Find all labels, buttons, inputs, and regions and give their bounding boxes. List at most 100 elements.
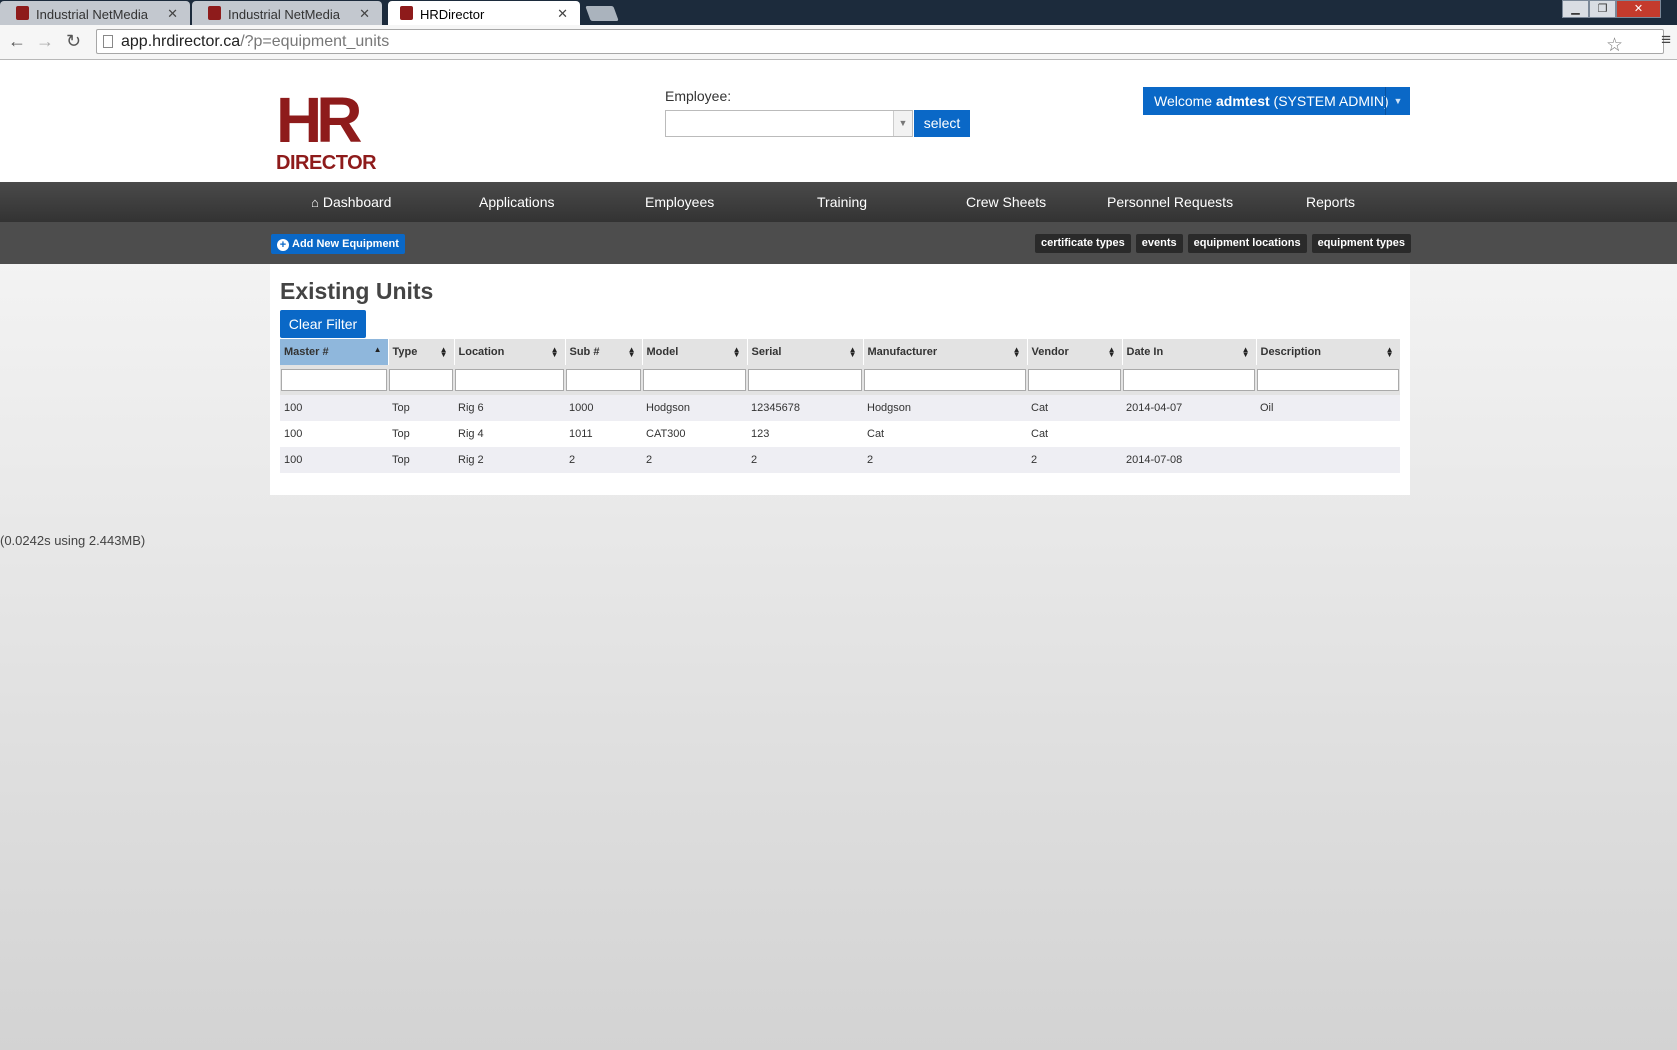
link-equipment-locations[interactable]: equipment locations [1187,234,1307,253]
forward-arrow-icon[interactable]: → [36,31,54,52]
cell-date-in: 2014-04-07 [1122,395,1256,421]
browser-toolbar: ← → ↻ app.hrdirector.ca/?p=equipment_uni… [0,25,1677,60]
cell-master: 100 [280,421,388,447]
column-header-model[interactable]: Model ▲ ▼ [642,339,748,365]
cell-manufacturer: Hodgson [863,395,1027,421]
url-path: /?p=equipment_units [240,33,390,50]
employee-select-button[interactable]: select [914,110,970,137]
employee-select[interactable]: ▼ [665,110,913,137]
maximize-icon[interactable]: ❐ [1589,0,1616,18]
sort-asc-icon: ▲ [373,345,382,354]
table-row[interactable]: 100 Top Rig 4 1011 CAT300 123 Cat Cat [280,421,1400,447]
window-controls: ▁ ❐ ✕ [1562,0,1661,18]
table-row[interactable]: 100 Top Rig 2 2 2 2 2 2 2014-07-08 [280,447,1400,473]
filter-input-location[interactable] [455,369,564,391]
hrdirector-logo[interactable]: HR DIRECTOR [276,88,380,174]
dropdown-arrow-icon[interactable]: ▼ [893,111,912,136]
welcome-user-button[interactable]: Welcome admtest (SYSTEM ADMIN) ▼ [1143,87,1410,115]
column-header-type[interactable]: Type ▲ ▼ [388,339,455,365]
minimize-icon[interactable]: ▁ [1562,0,1589,18]
cell-master: 100 [280,447,388,473]
sort-icon: ▲ ▼ [732,345,741,359]
cell-vendor: 2 [1027,447,1122,473]
browser-menu-icon[interactable]: ≡ [1661,30,1671,50]
cell-description [1256,447,1400,473]
filter-input-type[interactable] [389,369,453,391]
column-header-master[interactable]: Master # ▲ [280,339,389,365]
favicon-icon [16,6,29,20]
filter-input-sub[interactable] [566,369,641,391]
sort-icon: ▲ ▼ [848,345,857,359]
caret-down-icon[interactable]: ▼ [1385,87,1410,115]
nav-personnel-requests[interactable]: Personnel Requests [1107,194,1233,210]
filter-input-vendor[interactable] [1028,369,1121,391]
column-header-sub[interactable]: Sub # ▲ ▼ [565,339,643,365]
cell-model: 2 [642,447,747,473]
nav-crew-sheets[interactable]: Crew Sheets [966,194,1046,210]
close-tab-icon[interactable]: ✕ [167,6,178,22]
equipment-units-table: Master # ▲ Type ▲ ▼ Location ▲ ▼ Sub # ▲ ▼ Mode… [280,339,1401,473]
add-new-equipment-button[interactable]: + Add New Equipment [271,234,405,254]
close-window-icon[interactable]: ✕ [1616,0,1661,18]
link-certificate-types[interactable]: certificate types [1035,234,1131,253]
sort-icon: ▲ ▼ [1241,345,1250,359]
column-header-vendor[interactable]: Vendor ▲ ▼ [1027,339,1123,365]
cell-location: Rig 6 [454,395,565,421]
cell-sub: 2 [565,447,642,473]
back-arrow-icon[interactable]: ← [8,31,26,52]
sort-icon: ▲ ▼ [550,345,559,359]
sort-icon: ▲ ▼ [1012,345,1021,359]
nav-training[interactable]: Training [817,194,867,210]
cell-model: CAT300 [642,421,747,447]
tab-title: HRDirector [420,7,485,22]
column-header-serial[interactable]: Serial ▲ ▼ [747,339,864,365]
column-header-date-in[interactable]: Date In ▲ ▼ [1122,339,1257,365]
address-bar[interactable]: app.hrdirector.ca/?p=equipment_units ☆ [96,29,1664,57]
browser-tab[interactable]: Industrial NetMedia ✕ [192,1,382,25]
favicon-icon [208,6,221,20]
column-header-description[interactable]: Description ▲ ▼ [1256,339,1401,365]
sort-icon: ▲ ▼ [627,345,636,359]
logo-director: DIRECTOR [276,152,377,174]
filter-input-model[interactable] [643,369,746,391]
cell-serial: 2 [747,447,863,473]
nav-employees[interactable]: Employees [645,194,714,210]
browser-tabstrip: Industrial NetMedia ✕ Industrial NetMedi… [0,0,1677,25]
cell-sub: 1011 [565,421,642,447]
browser-tab-active[interactable]: HRDirector ✕ [388,1,580,25]
footer-stats: (0.0242s using 2.443MB) [0,533,146,548]
table-row[interactable]: 100 Top Rig 6 1000 Hodgson 12345678 Hodg… [280,395,1400,421]
close-tab-icon[interactable]: ✕ [557,6,568,22]
cell-description: Oil [1256,395,1400,421]
browser-tab[interactable]: Industrial NetMedia ✕ [0,1,190,25]
bookmark-star-icon[interactable]: ☆ [1606,34,1623,57]
filter-input-description[interactable] [1257,369,1399,391]
nav-dashboard[interactable]: ⌂ Dashboard [311,194,391,210]
cell-manufacturer: 2 [863,447,1027,473]
nav-reports[interactable]: Reports [1306,194,1355,210]
link-equipment-types[interactable]: equipment types [1311,234,1411,253]
table-header-row: Master # ▲ Type ▲ ▼ Location ▲ ▼ Sub # ▲ ▼ Mode… [280,339,1401,365]
cell-location: Rig 2 [454,447,565,473]
new-tab-button[interactable] [585,6,619,21]
close-tab-icon[interactable]: ✕ [359,6,370,22]
welcome-text: Welcome admtest (SYSTEM ADMIN) [1154,93,1389,109]
filter-input-serial[interactable] [748,369,862,391]
cell-serial: 12345678 [747,395,863,421]
cell-vendor: Cat [1027,421,1122,447]
nav-applications[interactable]: Applications [479,194,555,210]
column-header-manufacturer[interactable]: Manufacturer ▲ ▼ [863,339,1028,365]
plus-circle-icon: + [277,239,289,251]
reload-icon[interactable]: ↻ [66,31,81,52]
app-header: HR DIRECTOR Employee: ▼ select Welcome a… [0,60,1677,182]
link-events[interactable]: events [1135,234,1183,253]
clear-filter-button[interactable]: Clear Filter [280,310,366,338]
filter-input-manufacturer[interactable] [864,369,1026,391]
cell-date-in [1122,421,1256,447]
filter-input-master[interactable] [281,369,387,391]
column-header-location[interactable]: Location ▲ ▼ [454,339,566,365]
filter-input-date-in[interactable] [1123,369,1255,391]
cell-sub: 1000 [565,395,642,421]
sub-nav-links: certificate types events equipment locat… [1035,234,1411,253]
cell-manufacturer: Cat [863,421,1027,447]
